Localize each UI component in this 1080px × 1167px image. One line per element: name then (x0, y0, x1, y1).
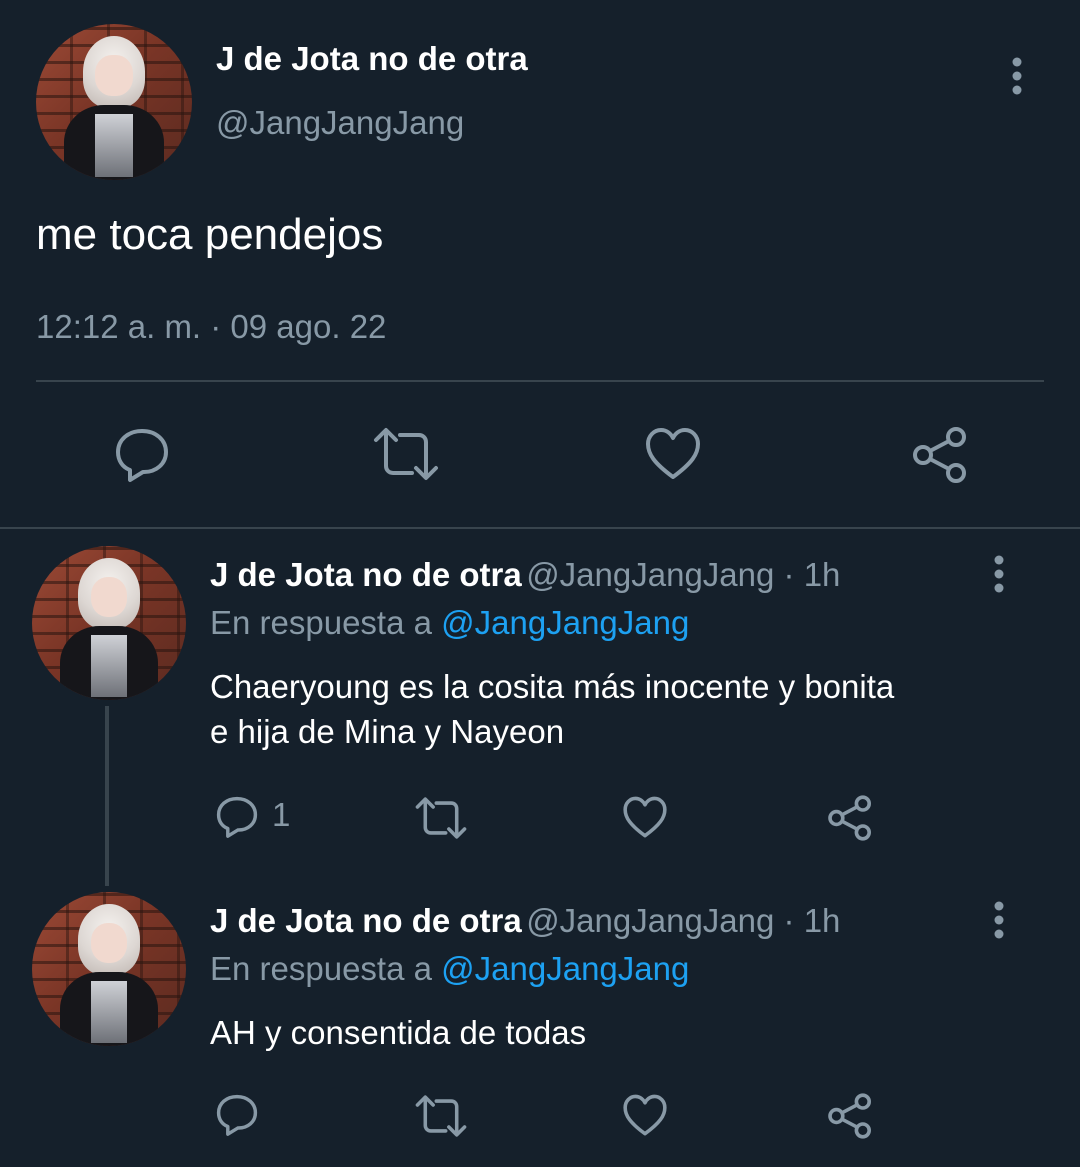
share-icon[interactable] (910, 425, 970, 485)
retweet-icon[interactable] (414, 1094, 468, 1138)
retweet-icon[interactable] (372, 426, 440, 482)
reply-count: 1 (272, 796, 291, 833)
avatar[interactable] (36, 24, 192, 180)
tweet-text: me toca pendejos (36, 210, 384, 259)
avatar[interactable] (32, 546, 186, 700)
reply-tweet[interactable]: J de Jota no de otra @JangJangJang · 1h … (0, 876, 1080, 1167)
reply-context: En respuesta a @JangJangJang (210, 950, 689, 988)
author-handle[interactable]: @JangJangJang · 1h (526, 902, 840, 939)
share-icon[interactable] (826, 1092, 874, 1140)
divider (36, 380, 1044, 382)
mention-link[interactable]: @JangJangJang (441, 950, 689, 987)
author-name[interactable]: J de Jota no de otra (210, 902, 522, 939)
reply-context: En respuesta a @JangJangJang (210, 604, 689, 642)
tweet-timestamp[interactable]: 12:12 a. m. · 09 ago. 22 (36, 308, 386, 346)
tweet-text: AH y consentida de todas (210, 1014, 587, 1051)
reply-icon[interactable] (214, 794, 260, 840)
author-handle[interactable]: @JangJangJang · 1h (526, 556, 840, 593)
heart-icon[interactable] (622, 796, 668, 839)
thread-line (105, 706, 109, 886)
reply-prefix: En respuesta a (210, 950, 442, 987)
author-name[interactable]: J de Jota no de otra (216, 40, 528, 78)
reply-tweet[interactable]: J de Jota no de otra @JangJangJang · 1h … (0, 530, 1080, 886)
more-vertical-icon[interactable] (1002, 56, 1032, 98)
main-tweet: J de Jota no de otra @JangJangJang me to… (0, 0, 1080, 528)
retweet-icon[interactable] (414, 796, 468, 840)
tweet-header: J de Jota no de otra @JangJangJang · 1h (210, 902, 840, 940)
tweet-text-line: e hija de Mina y Nayeon (210, 713, 565, 750)
heart-icon[interactable] (644, 427, 702, 481)
tweet-text: Chaeryoung es la cosita más inocente y b… (210, 664, 894, 754)
tweet-text-line: Chaeryoung es la cosita más inocente y b… (210, 668, 895, 705)
reply-prefix: En respuesta a (210, 604, 442, 641)
section-divider (0, 527, 1080, 529)
avatar[interactable] (32, 892, 186, 1046)
author-handle[interactable]: @JangJangJang (216, 104, 464, 142)
mention-link[interactable]: @JangJangJang (441, 604, 689, 641)
more-vertical-icon[interactable] (984, 554, 1014, 596)
share-icon[interactable] (826, 794, 874, 842)
author-name[interactable]: J de Jota no de otra (210, 556, 522, 593)
reply-icon[interactable] (214, 1092, 260, 1138)
tweet-header: J de Jota no de otra @JangJangJang · 1h (210, 556, 840, 594)
more-vertical-icon[interactable] (984, 900, 1014, 942)
heart-icon[interactable] (622, 1094, 668, 1137)
reply-icon[interactable] (112, 425, 172, 485)
